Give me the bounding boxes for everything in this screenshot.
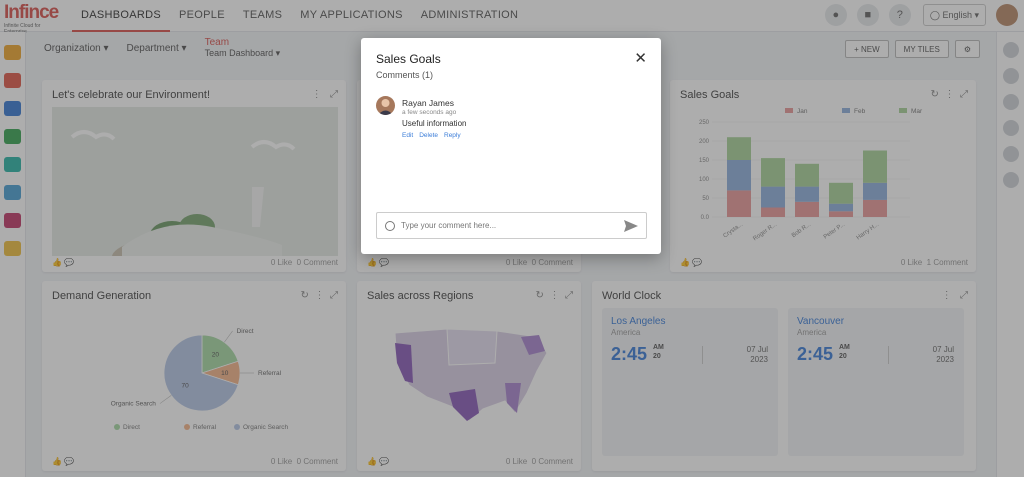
comment-input-box (376, 212, 647, 239)
comment-actions: Edit Delete Reply (402, 132, 467, 139)
comment-text: Useful information (402, 119, 467, 128)
close-icon[interactable]: ✕ (634, 51, 647, 66)
delete-link[interactable]: Delete (419, 132, 438, 139)
send-icon[interactable] (624, 219, 638, 232)
person-icon (378, 99, 393, 115)
modal-title: Sales Goals (376, 52, 441, 66)
comment-author: Rayan James (402, 98, 454, 108)
comment-time: a few seconds ago (402, 109, 457, 116)
comment-avatar (376, 96, 395, 115)
modal-subtitle: Comments (1) (376, 70, 434, 80)
emoji-icon[interactable] (385, 220, 395, 231)
comments-modal: Sales Goals ✕ Comments (1) Rayan James a… (361, 38, 661, 254)
reply-link[interactable]: Reply (444, 132, 461, 139)
edit-link[interactable]: Edit (402, 132, 413, 139)
comment-input[interactable] (401, 221, 624, 230)
